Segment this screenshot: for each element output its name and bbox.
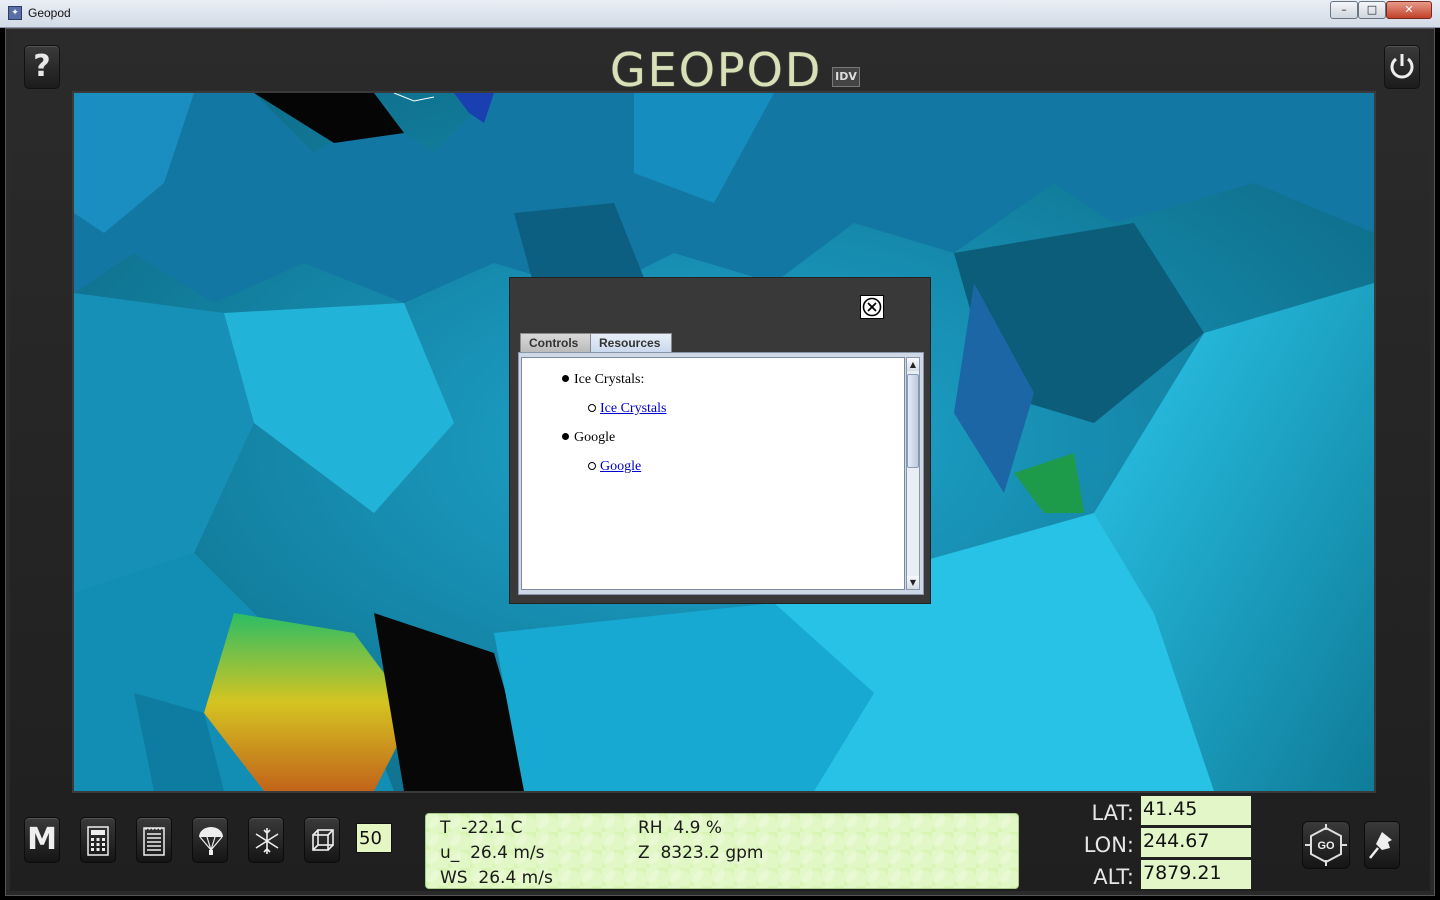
resources-dialog: Controls Resources Ice Crystals: Ice Cry…: [509, 277, 931, 604]
geopotential-readout: Z 8323.2 gpm: [638, 843, 764, 863]
lat-field[interactable]: 41.45: [1140, 795, 1252, 826]
tab-controls[interactable]: Controls: [520, 333, 592, 353]
circle-bullet-icon: [588, 403, 596, 412]
google-link[interactable]: Google: [600, 459, 641, 474]
list-item: Google: [562, 430, 615, 446]
app-frame: ? GEOPOD IDV Controls Resources Ice Crys…: [5, 28, 1435, 896]
scroll-thumb[interactable]: [907, 374, 919, 468]
resource-heading: Google: [574, 430, 616, 445]
go-button[interactable]: GO: [1302, 821, 1350, 869]
parachute-icon: [199, 827, 223, 855]
scroll-down-arrow-icon[interactable]: ▼: [907, 576, 919, 589]
menu-button[interactable]: M: [24, 817, 60, 863]
cube-icon: [312, 829, 334, 851]
list-item: Ice Crystals: [588, 401, 666, 417]
pushpin-icon: [1369, 832, 1392, 859]
maximize-button[interactable]: □: [1358, 1, 1386, 19]
u-wind-readout: u_ 26.4 m/s: [440, 843, 545, 863]
snowflake-button[interactable]: [248, 817, 284, 863]
go-label: GO: [1317, 840, 1335, 852]
pin-button[interactable]: [1364, 821, 1400, 869]
scroll-up-arrow-icon[interactable]: ▲: [907, 358, 919, 371]
close-circle-icon: [862, 297, 882, 317]
calculator-icon: [87, 826, 109, 856]
cube-button[interactable]: [304, 817, 340, 863]
tab-panel: Ice Crystals: Ice Crystals Google Google…: [518, 352, 924, 595]
bullet-icon: [562, 375, 569, 383]
list-item: Google: [588, 459, 641, 475]
step-count-input[interactable]: [356, 823, 392, 853]
lat-label: LAT:: [1091, 801, 1134, 825]
wind-speed-readout: WS 26.4 m/s: [440, 868, 553, 888]
bullet-icon: [562, 433, 569, 441]
go-target-icon: GO: [1305, 824, 1347, 866]
notepad-button[interactable]: [136, 817, 172, 863]
power-button[interactable]: [1384, 45, 1420, 89]
probe-readout-panel: T -22.1 C RH 4.9 % u_ 26.4 m/s Z 8323.2 …: [425, 813, 1019, 889]
list-item: Ice Crystals:: [562, 372, 644, 388]
dialog-close-button[interactable]: [860, 295, 884, 319]
parachute-button[interactable]: [192, 817, 228, 863]
calculator-button[interactable]: [80, 817, 116, 863]
resources-content: Ice Crystals: Ice Crystals Google Google: [521, 357, 905, 590]
humidity-readout: RH 4.9 %: [638, 818, 722, 838]
tab-resources[interactable]: Resources: [590, 333, 672, 353]
help-button[interactable]: ?: [24, 45, 60, 89]
notepad-icon: [143, 827, 165, 856]
alt-field[interactable]: 7879.21: [1140, 859, 1252, 890]
minimize-button[interactable]: –: [1330, 1, 1358, 19]
app-icon: ✦: [8, 6, 22, 20]
window-title: Geopod: [28, 6, 71, 20]
temperature-readout: T -22.1 C: [440, 818, 523, 838]
alt-label: ALT:: [1093, 865, 1134, 889]
window-titlebar: ✦ Geopod – □ ✕: [0, 0, 1440, 28]
snowflake-icon: [255, 828, 279, 854]
geopod-logo: GEOPOD: [610, 43, 823, 97]
lon-label: LON:: [1083, 833, 1134, 857]
close-window-button[interactable]: ✕: [1386, 1, 1432, 19]
idv-badge: IDV: [832, 67, 860, 87]
vertical-scrollbar[interactable]: ▲ ▼: [906, 357, 920, 590]
circle-bullet-icon: [588, 461, 596, 470]
lon-field[interactable]: 244.67: [1140, 827, 1252, 858]
resource-heading: Ice Crystals:: [574, 372, 645, 387]
app-body: ? GEOPOD IDV Controls Resources Ice Crys…: [10, 33, 1430, 891]
power-icon: [1390, 54, 1414, 79]
ice-crystals-link[interactable]: Ice Crystals: [600, 401, 666, 416]
